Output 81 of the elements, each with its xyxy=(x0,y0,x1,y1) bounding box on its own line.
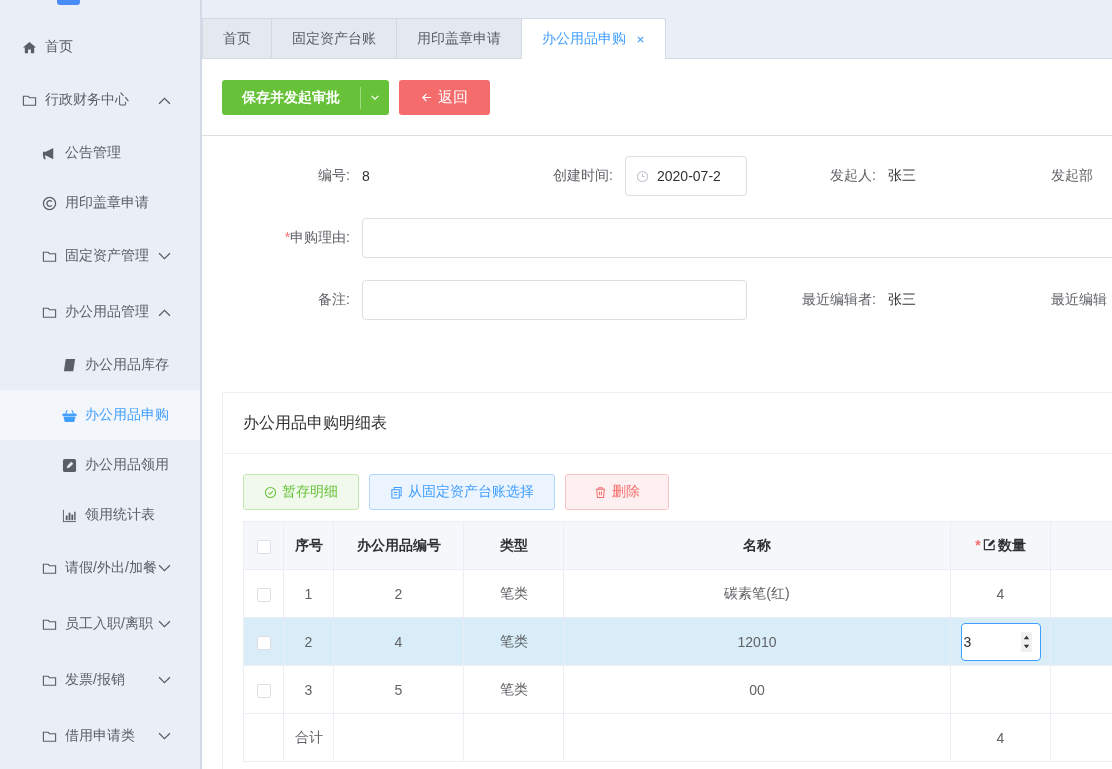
column-header: 序号 xyxy=(283,521,334,570)
table-cell: 笔类 xyxy=(499,584,528,601)
caret-icon[interactable] xyxy=(370,94,380,101)
home-icon xyxy=(22,39,37,55)
copy-icon xyxy=(390,485,403,499)
field-label: 编号: xyxy=(317,167,350,185)
input-field[interactable] xyxy=(362,280,747,320)
caret-icon xyxy=(158,563,171,573)
number-field[interactable]: 3 xyxy=(960,622,1041,661)
check-circle-icon xyxy=(264,485,277,499)
edit-icon xyxy=(62,457,77,473)
caret-icon xyxy=(158,731,171,741)
submenu-item[interactable]: 请假/外出/加餐 xyxy=(0,540,200,596)
field-value: 张三 xyxy=(888,167,916,185)
column-header: 名称 xyxy=(563,521,951,570)
spinner-icon[interactable] xyxy=(1020,631,1032,652)
table-cell: 1 xyxy=(304,585,313,602)
caret-icon xyxy=(158,619,171,629)
menu-item[interactable]: 办公用品领用 xyxy=(0,440,200,490)
table-cell: 碳素笔(红) xyxy=(724,584,790,601)
checkbox[interactable] xyxy=(256,635,271,650)
field-label: 发起人: xyxy=(829,167,876,185)
table-cell: 12010 xyxy=(737,633,777,650)
field-label: 最近编辑 xyxy=(1051,291,1107,309)
total-label: 合计 xyxy=(294,728,323,745)
submenu-item[interactable]: 借用申请类 xyxy=(0,708,200,764)
table-cell: 2 xyxy=(304,633,313,650)
menu-item[interactable]: 用印盖章申请 xyxy=(0,178,200,228)
arrow-left-icon xyxy=(421,92,432,103)
trash-icon xyxy=(594,485,607,499)
table-row[interactable]: 3 5 笔类 00 xyxy=(243,665,1112,714)
table-row[interactable]: 2 4 笔类 12010 3 xyxy=(243,617,1112,666)
caret-icon xyxy=(158,307,171,317)
close-icon[interactable] xyxy=(636,34,645,44)
menu-item[interactable]: 领用统计表 xyxy=(0,490,200,540)
copyright-icon xyxy=(42,195,57,211)
field-label: 最近编辑者: xyxy=(801,291,876,309)
basket-icon xyxy=(62,407,77,423)
submenu-item[interactable]: 员工入职/离职 xyxy=(0,596,200,652)
column-header: 类型 xyxy=(463,521,564,570)
submenu-item[interactable]: 办公用品管理 xyxy=(0,284,200,340)
field-label: 备注: xyxy=(317,291,350,309)
table-cell: 5 xyxy=(394,681,403,698)
clock-icon xyxy=(636,169,649,183)
table-cell: 笔类 xyxy=(499,632,528,649)
submenu-item[interactable]: 固定资产管理 xyxy=(0,228,200,284)
menu-item[interactable]: 首页 xyxy=(0,22,200,72)
caret-icon xyxy=(158,251,171,261)
tab[interactable]: 用印盖章申请 xyxy=(396,18,522,58)
table-cell: 4 xyxy=(996,585,1005,602)
field-label: 创建时间: xyxy=(552,167,613,185)
submenu-item[interactable]: 发票/报销 xyxy=(0,652,200,708)
field-label: 发起部 xyxy=(1051,167,1093,185)
input-field[interactable] xyxy=(362,218,1112,258)
caret-icon xyxy=(158,95,171,105)
field-label: *申购理由: xyxy=(283,229,350,247)
checkbox[interactable] xyxy=(256,683,271,698)
checkbox[interactable] xyxy=(256,539,271,554)
tab[interactable]: 固定资产台账 xyxy=(271,18,397,58)
checkbox[interactable] xyxy=(256,587,271,602)
submenu-item[interactable]: 行政财务中心 xyxy=(0,72,200,128)
tab[interactable]: 首页 xyxy=(202,18,272,58)
card-title: 办公用品申购明细表 xyxy=(243,412,387,433)
column-header: 办公用品编号 xyxy=(333,521,464,570)
book-icon xyxy=(62,357,77,373)
table-cell: 笔类 xyxy=(499,680,528,697)
field-value: 8 xyxy=(362,168,370,184)
date-field[interactable]: 2020-07-2 xyxy=(625,156,747,196)
column-header: * 数量 xyxy=(950,521,1051,570)
table-cell: 4 xyxy=(996,729,1005,746)
caret-icon xyxy=(158,675,171,685)
bar-chart-icon xyxy=(62,507,77,523)
table-cell: 00 xyxy=(749,681,765,698)
menu-item[interactable]: 公告管理 xyxy=(0,128,200,178)
table-row[interactable]: 1 2 笔类 碳素笔(红) 4 xyxy=(243,569,1112,618)
table-cell: 4 xyxy=(394,633,403,650)
field-value: 张三 xyxy=(888,291,916,309)
table-cell: 2 xyxy=(394,585,403,602)
menu-item[interactable]: 办公用品库存 xyxy=(0,340,200,390)
table-cell: 3 xyxy=(304,681,313,698)
edit-icon xyxy=(982,537,996,551)
